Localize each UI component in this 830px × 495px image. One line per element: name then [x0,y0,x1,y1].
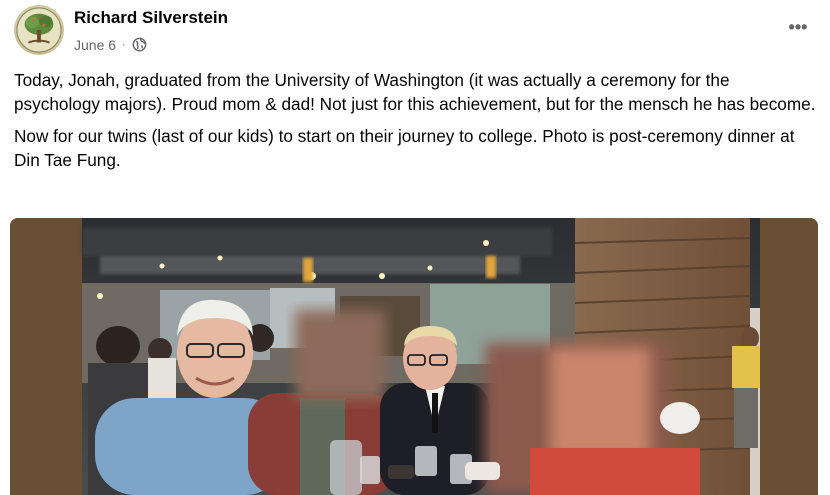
post-paragraph: Today, Jonah, graduated from the Univers… [14,70,816,114]
tree-logo-icon [16,7,62,53]
author-name[interactable]: Richard Silverstein [74,8,228,28]
more-options-icon[interactable]: ••• [780,13,816,41]
post-photo[interactable] [10,218,818,495]
post-paragraph: Now for our twins (last of our kids) to … [14,126,795,170]
meta-separator: · [122,39,126,51]
post-text: Today, Jonah, graduated from the Univers… [14,68,820,180]
author-avatar[interactable] [14,5,64,55]
restaurant-photo [10,218,818,495]
post-date[interactable]: June 6 [74,37,116,53]
globe-icon[interactable] [132,37,148,53]
post-meta: June 6 · [74,36,148,54]
post-header: Richard Silverstein June 6 · ••• [14,5,816,57]
